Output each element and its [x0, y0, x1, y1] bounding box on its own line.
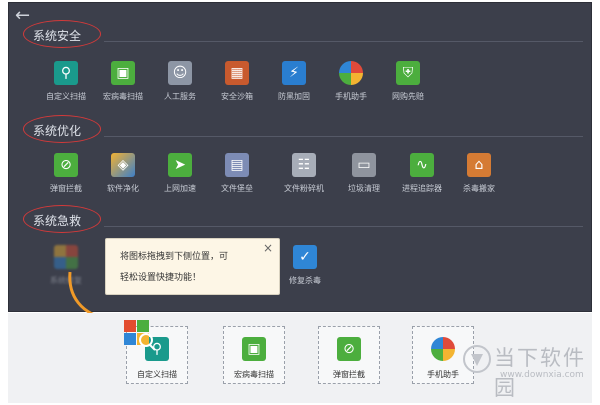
section-title: 系统安全 [33, 29, 82, 43]
lightning-icon: ⚡ [282, 61, 306, 85]
tool-custom-scan[interactable]: ⚲ 自定义扫描 [36, 61, 96, 102]
sandbox-icon: ▦ [225, 61, 249, 85]
tool-label: 进程追踪器 [402, 184, 442, 193]
shredder-icon: ☷ [292, 153, 316, 177]
magnifier-icon: ⚲ [54, 61, 78, 85]
tooltip-line-1: 将图标拖拽到下侧位置，可 [120, 252, 229, 262]
block-popup-icon: ⊘ [54, 153, 78, 177]
close-icon[interactable]: × [263, 241, 273, 255]
tool-label: 手机助手 [335, 92, 367, 101]
section-title: 系统优化 [33, 124, 82, 138]
tool-label: 防黑加固 [278, 92, 310, 101]
shield-icon: ⛨ [396, 61, 420, 85]
tool-label: 宏病毒扫描 [103, 92, 143, 101]
tool-label: 自定义扫描 [46, 92, 86, 101]
house-icon: ⌂ [467, 153, 491, 177]
tool-macro-virus-scan[interactable]: ▣ 宏病毒扫描 [93, 61, 153, 102]
tool-phone-assistant[interactable]: 手机助手 [321, 61, 381, 102]
tool-shopping-guarantee[interactable]: ⛨ 网购先赔 [378, 61, 438, 102]
scan-icon: ▣ [111, 61, 135, 85]
windows-icon [54, 245, 78, 269]
tool-label: 网购先赔 [392, 92, 424, 101]
watermark-logo-icon [463, 345, 491, 373]
tool-label: 文件粉碎机 [284, 184, 324, 193]
rocket-icon: ➤ [168, 153, 192, 177]
tool-label: 杀毒搬家 [463, 184, 495, 193]
tool-av-move[interactable]: ⌂ 杀毒搬家 [449, 153, 509, 194]
divider [104, 136, 583, 137]
person-icon: ☺ [168, 61, 192, 85]
tool-anti-hack[interactable]: ⚡ 防黑加固 [264, 61, 324, 102]
tool-label: 弹窗拦截 [50, 184, 82, 193]
tool-label: 修复杀毒 [289, 276, 321, 285]
layers-icon: ◈ [111, 153, 135, 177]
dock-slot-label: 宏病毒扫描 [234, 370, 274, 379]
tools-panel: ← 系统安全 ⚲ 自定义扫描 ▣ 宏病毒扫描 ☺ 人工服务 ▦ 安全沙箱 ⚡ 防… [8, 2, 592, 312]
dock-slot-popup-block[interactable]: ⊘ 弹窗拦截 [318, 326, 380, 384]
tool-software-purify[interactable]: ◈ 软件净化 [93, 153, 153, 194]
divider [104, 41, 583, 42]
tool-sandbox[interactable]: ▦ 安全沙箱 [207, 61, 267, 102]
file-vault-icon: ▤ [225, 153, 249, 177]
phone-assistant-icon [339, 61, 363, 85]
dragged-windows-icon [124, 320, 156, 351]
tool-label: 安全沙箱 [221, 92, 253, 101]
drag-hint-tooltip: × 将图标拖拽到下侧位置，可 轻松设置快捷功能！ [105, 238, 280, 295]
tooltip-line-2: 轻松设置快捷功能！ [120, 273, 202, 283]
section-title: 系统急救 [33, 214, 82, 228]
block-popup-icon: ⊘ [337, 337, 361, 361]
dock-slot-label: 弹窗拦截 [333, 370, 365, 379]
watermark-url: www.downxia.com [500, 370, 584, 380]
watermark: 当下软件园 www.downxia.com [462, 344, 592, 400]
repair-shield-icon: ✓ [293, 245, 317, 269]
tool-label: 软件净化 [107, 184, 139, 193]
dock-slot-macro-virus-scan[interactable]: ▣ 宏病毒扫描 [223, 326, 285, 384]
process-icon: ∿ [410, 153, 434, 177]
tool-process-tracker[interactable]: ∿ 进程追踪器 [392, 153, 452, 194]
tool-popup-block[interactable]: ⊘ 弹窗拦截 [36, 153, 96, 194]
tool-repair-av[interactable]: ✓ 修复杀毒 [275, 245, 335, 286]
dock-slot-label: 自定义扫描 [137, 370, 177, 379]
arrow-left-icon: ← [15, 5, 31, 26]
tool-label: 垃圾清理 [348, 184, 380, 193]
tool-label: 人工服务 [164, 92, 196, 101]
phone-assistant-icon [431, 337, 455, 361]
scan-icon: ▣ [242, 337, 266, 361]
tool-file-vault[interactable]: ▤ 文件堡垒 [207, 153, 267, 194]
cleanup-icon: ▭ [352, 153, 376, 177]
tool-label: 文件堡垒 [221, 184, 253, 193]
tool-file-shredder[interactable]: ☷ 文件粉碎机 [274, 153, 334, 194]
tool-junk-cleanup[interactable]: ▭ 垃圾清理 [334, 153, 394, 194]
divider [104, 226, 583, 227]
tool-net-accelerate[interactable]: ➤ 上网加速 [150, 153, 210, 194]
tool-manual-service[interactable]: ☺ 人工服务 [150, 61, 210, 102]
tool-label: 上网加速 [164, 184, 196, 193]
